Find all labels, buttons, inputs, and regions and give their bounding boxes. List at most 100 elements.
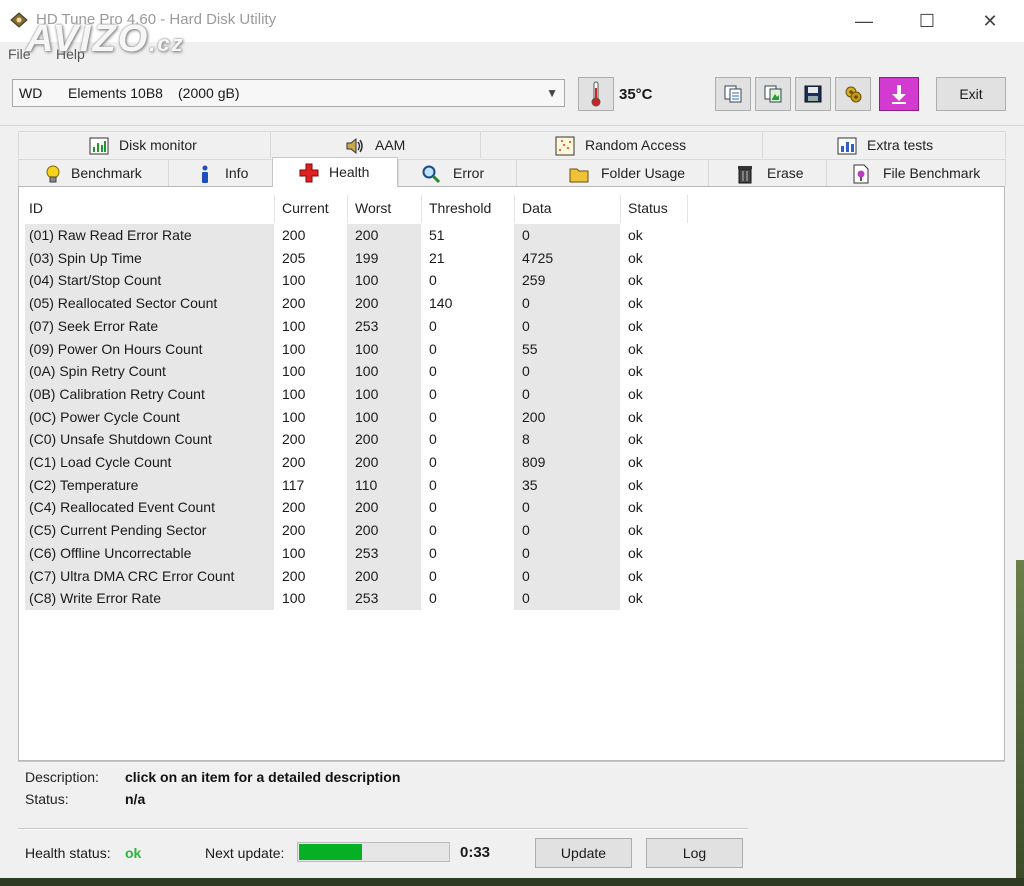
tab-aam[interactable]: AAM — [270, 131, 480, 158]
status-value: ok — [628, 227, 643, 243]
options-button[interactable] — [835, 77, 871, 111]
tab-error-scan[interactable]: Error Scan — [398, 159, 516, 208]
worst-value: 100 — [355, 363, 379, 380]
worst-value: 100 — [355, 408, 379, 425]
worst-value: 199 — [355, 249, 379, 266]
raw-data-value: 0 — [522, 544, 530, 561]
worst-value: 200 — [355, 567, 379, 584]
status-value: ok — [628, 249, 643, 266]
worst-value: 100 — [355, 385, 379, 402]
drive-select[interactable]: WD Elements 10B8 (2000 gB) ▼ — [12, 79, 565, 107]
attribute-id: (C4) Reallocated Event Count — [29, 499, 215, 516]
status-value: ok — [628, 522, 643, 539]
attribute-id: (C1) Load Cycle Count — [29, 454, 172, 470]
current-value: 200 — [282, 295, 306, 312]
random-access-icon — [555, 136, 575, 156]
current-value: 100 — [282, 363, 306, 380]
copy-screenshot-icon — [764, 85, 782, 103]
column-header-status[interactable]: Status — [628, 195, 668, 225]
worst-value: 253 — [355, 544, 379, 561]
current-value: 100 — [282, 544, 306, 561]
attribute-id: (C5) Current Pending Sector — [29, 522, 207, 539]
copy-screenshot-button[interactable] — [755, 77, 791, 111]
magnifier-icon — [422, 165, 441, 184]
minimize-button[interactable]: — — [834, 0, 894, 42]
copy-info-icon — [724, 85, 742, 103]
threshold-value: 0 — [429, 522, 437, 539]
drive-model: Elements 10B8 — [68, 85, 163, 101]
temperature-value: 35°C — [619, 86, 653, 103]
threshold-value: 0 — [429, 431, 437, 448]
info-icon — [202, 165, 208, 183]
attribute-id: (C2) Temperature — [29, 476, 139, 493]
worst-value: 200 — [355, 295, 379, 312]
health-cross-icon — [299, 163, 319, 183]
current-value: 100 — [282, 317, 306, 334]
column-header-current[interactable]: Current — [282, 195, 329, 225]
raw-data-value: 35 — [522, 476, 538, 493]
worst-value: 200 — [355, 227, 379, 243]
copy-info-button[interactable] — [715, 77, 751, 111]
tab-info[interactable]: Info — [168, 159, 272, 186]
raw-data-value: 0 — [522, 317, 530, 334]
maximize-button[interactable]: ☐ — [897, 0, 957, 42]
raw-data-value: 0 — [522, 363, 530, 380]
exit-button[interactable]: Exit — [936, 77, 1006, 111]
health-status-value: ok — [125, 845, 142, 861]
status-value: ok — [628, 567, 643, 584]
current-value: 205 — [282, 249, 306, 266]
tab-label: Folder Usage — [601, 165, 686, 181]
current-value: 117 — [282, 476, 305, 493]
column-header-id[interactable]: ID — [29, 195, 43, 225]
attribute-id: (01) Raw Read Error Rate — [29, 227, 192, 243]
tab-extra-tests[interactable]: Extra tests — [762, 131, 1006, 158]
temperature-button[interactable] — [578, 77, 614, 111]
trash-icon — [738, 166, 752, 184]
status-value: ok — [628, 363, 643, 380]
raw-data-value: 0 — [522, 522, 530, 539]
column-header-threshold[interactable]: Threshold — [429, 195, 491, 225]
tab-health[interactable]: Health — [272, 157, 398, 187]
worst-value: 110 — [355, 476, 378, 493]
tab-label: Info — [225, 165, 249, 181]
desktop-background — [1016, 560, 1024, 886]
status-value: ok — [628, 385, 643, 402]
update-button[interactable]: Update — [535, 838, 632, 868]
divider — [18, 761, 1005, 763]
tab-benchmark[interactable]: Benchmark — [18, 159, 168, 186]
raw-data-value: 4725 — [522, 249, 554, 266]
threshold-value: 0 — [429, 317, 437, 334]
raw-data-value: 0 — [522, 590, 530, 607]
tab-folder-usage[interactable]: Folder Usage — [516, 159, 708, 186]
threshold-value: 0 — [429, 476, 437, 493]
log-button[interactable]: Log — [646, 838, 743, 868]
tab-label: Random Access — [585, 137, 687, 153]
download-button[interactable] — [879, 77, 919, 111]
status-value: ok — [628, 295, 643, 312]
next-update-time: 0:33 — [460, 844, 491, 861]
raw-data-value: 259 — [522, 272, 546, 289]
current-value: 100 — [282, 340, 306, 357]
attribute-id: (03) Spin Up Time — [29, 249, 142, 266]
status-value: ok — [628, 476, 643, 493]
save-button[interactable] — [795, 77, 831, 111]
tab-label: Health — [329, 164, 370, 180]
close-button[interactable]: ✕ — [960, 0, 1020, 42]
status-value: ok — [628, 317, 643, 334]
tab-file-benchmark[interactable]: File Benchmark — [826, 159, 1006, 186]
current-value: 200 — [282, 431, 306, 448]
drive-vendor: WD — [19, 85, 43, 101]
tab-random-access[interactable]: Random Access — [480, 131, 762, 158]
threshold-value: 0 — [429, 272, 437, 289]
tab-label: Extra tests — [867, 137, 934, 153]
tab-disk-monitor[interactable]: Disk monitor — [18, 131, 270, 158]
tab-erase[interactable]: Erase — [708, 159, 826, 186]
attribute-id: (05) Reallocated Sector Count — [29, 295, 218, 312]
threshold-value: 21 — [429, 249, 445, 266]
status-value: ok — [628, 544, 643, 561]
attribute-id: (C7) Ultra DMA CRC Error Count — [29, 567, 235, 584]
health-status-label: Health status: — [25, 845, 111, 861]
attribute-id: (C8) Write Error Rate — [29, 590, 161, 607]
column-header-data[interactable]: Data — [522, 195, 552, 225]
column-header-worst[interactable]: Worst — [355, 195, 391, 225]
